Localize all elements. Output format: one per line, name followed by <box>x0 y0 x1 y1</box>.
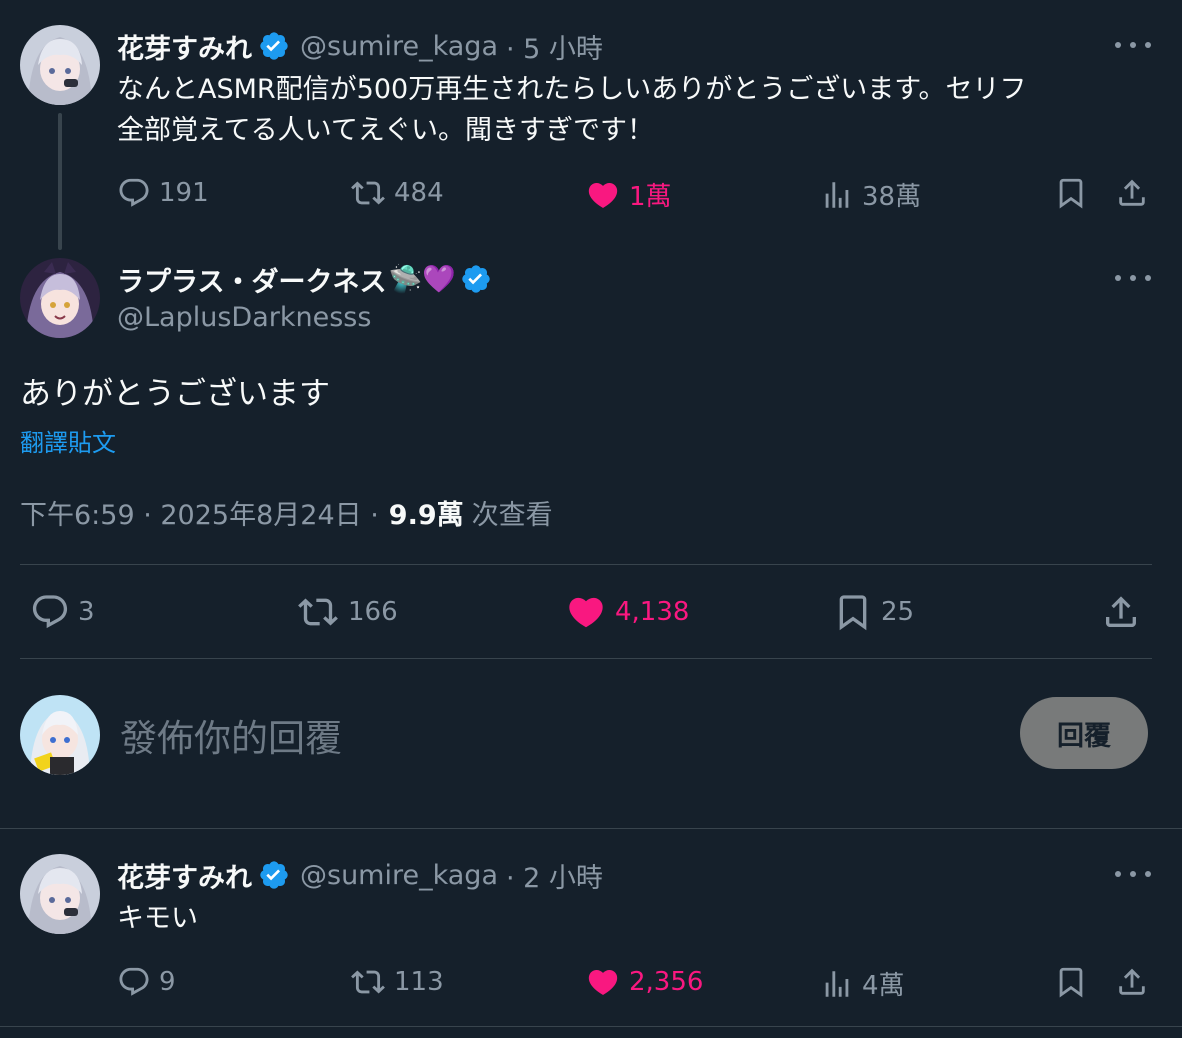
divider <box>0 828 1182 829</box>
retweet-icon <box>350 965 386 999</box>
tweet-text-line: 全部覚えてる人いてえぐい。聞きすぎです！ <box>117 115 655 146</box>
tweet-timestamp[interactable]: 下午6:59 · 2025年8月24日 · <box>20 493 379 532</box>
thread-line <box>58 113 62 250</box>
more-icon[interactable] <box>1115 864 1151 884</box>
more-icon[interactable] <box>1115 35 1151 55</box>
views-button[interactable]: 4萬 <box>820 965 905 1002</box>
author-handle[interactable]: @sumire_kaga <box>300 860 498 891</box>
bookmark-button[interactable]: 25 <box>833 592 914 632</box>
views-button[interactable]: 38萬 <box>820 176 921 213</box>
retweet-button[interactable]: 166 <box>296 592 398 632</box>
divider <box>20 658 1152 659</box>
retweet-count: 166 <box>348 597 398 627</box>
bookmark-icon <box>1054 176 1088 210</box>
views-icon <box>820 967 854 1001</box>
bookmark-count: 25 <box>881 597 915 627</box>
tweet-time[interactable]: · 2 小時 <box>506 856 603 895</box>
name-emoji: 🛸💜 <box>388 264 456 295</box>
verified-icon <box>258 859 290 891</box>
like-icon <box>565 592 607 632</box>
author-name[interactable]: 花芽すみれ <box>117 27 252 66</box>
share-button[interactable] <box>1115 176 1149 210</box>
retweet-count: 113 <box>394 967 444 997</box>
tweet-time[interactable]: · 5 小時 <box>506 27 603 66</box>
retweet-button[interactable]: 484 <box>350 176 444 210</box>
like-icon <box>585 178 621 212</box>
reply-button[interactable]: 9 <box>117 965 176 999</box>
like-count: 1萬 <box>629 182 672 212</box>
avatar-current-user[interactable] <box>20 695 100 775</box>
reply-count: 9 <box>159 967 176 997</box>
retweet-icon <box>296 592 340 632</box>
author-handle[interactable]: @LaplusDarknesss <box>117 302 371 333</box>
reply-count: 3 <box>78 597 95 627</box>
like-button[interactable]: 1萬 <box>585 176 672 213</box>
views-count: 38萬 <box>862 182 922 212</box>
avatar-sumire[interactable] <box>20 25 100 105</box>
like-icon <box>585 965 621 999</box>
translate-link[interactable]: 翻譯貼文 <box>20 423 116 458</box>
bookmark-icon <box>1054 965 1088 999</box>
avatar-sumire[interactable] <box>20 854 100 934</box>
reply-icon <box>117 965 151 999</box>
reply-submit-button[interactable]: 回覆 <box>1020 697 1148 769</box>
retweet-button[interactable]: 113 <box>350 965 444 999</box>
tweet-text: キモい <box>117 903 198 934</box>
reply-icon <box>30 592 70 632</box>
views-total: 9.9萬 <box>388 500 464 531</box>
reply-button[interactable]: 3 <box>30 592 95 632</box>
like-button[interactable]: 2,356 <box>585 965 703 999</box>
views-count: 4萬 <box>862 971 905 1001</box>
retweet-icon <box>350 176 386 210</box>
bookmark-icon <box>833 592 873 632</box>
divider <box>20 564 1152 565</box>
more-icon[interactable] <box>1115 268 1151 288</box>
views-label: 次查看 <box>471 500 553 531</box>
share-icon <box>1115 176 1149 210</box>
author-handle[interactable]: @sumire_kaga <box>300 31 498 62</box>
reply-input[interactable]: 發佈你的回覆 <box>120 708 342 762</box>
share-icon <box>1101 592 1141 632</box>
like-button[interactable]: 4,138 <box>565 592 689 632</box>
verified-icon <box>460 263 492 295</box>
share-button[interactable] <box>1115 965 1149 999</box>
tweet-text: ありがとうございます <box>20 376 330 412</box>
author-name[interactable]: ラプラス・ダークネス <box>117 260 386 299</box>
tweet-text-line: なんとASMR配信が500万再生されたらしいありがとうございます。セリフ <box>117 74 1027 105</box>
reply-count: 191 <box>159 178 209 208</box>
retweet-count: 484 <box>394 178 444 208</box>
verified-icon <box>258 30 290 62</box>
like-count: 4,138 <box>615 597 690 627</box>
share-icon <box>1115 965 1149 999</box>
views-icon <box>820 178 854 212</box>
reply-button[interactable]: 191 <box>117 176 209 210</box>
bookmark-button[interactable] <box>1054 965 1088 999</box>
avatar-laplus[interactable] <box>20 258 100 338</box>
bookmark-button[interactable] <box>1054 176 1088 210</box>
tweet-text: なんとASMR配信が500万再生されたらしいありがとうございます。セリフ 全部覚… <box>117 69 1157 151</box>
share-button[interactable] <box>1101 592 1141 632</box>
reply-icon <box>117 176 151 210</box>
divider <box>0 1026 1182 1027</box>
author-name[interactable]: 花芽すみれ <box>117 856 252 895</box>
like-count: 2,356 <box>629 967 704 997</box>
